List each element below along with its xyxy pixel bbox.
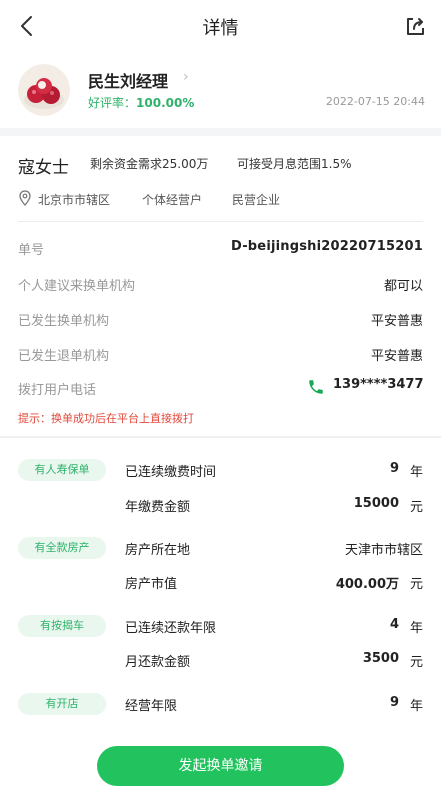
suggested-institution-value: 都可以 bbox=[383, 279, 423, 294]
section-separator bbox=[0, 436, 441, 438]
hint-text: 提示：换单成功后在平台上直接拨打 bbox=[18, 412, 194, 425]
asset-value: 9 bbox=[389, 695, 399, 710]
location-pin-icon bbox=[19, 190, 31, 206]
asset-unit: 年 bbox=[409, 465, 423, 480]
divider bbox=[18, 221, 423, 222]
manager-name: 民生刘经理 bbox=[88, 72, 169, 91]
phone-number: 139****3477 bbox=[333, 377, 424, 392]
asset-value: 3500 bbox=[362, 651, 399, 666]
badge-mortgaged-car: 有按揭车 bbox=[18, 615, 106, 637]
asset-label: 年缴费金额 bbox=[125, 500, 191, 515]
chevron-right-icon: › bbox=[183, 69, 189, 85]
send-invitation-button[interactable]: 发起换单邀请 bbox=[97, 746, 344, 786]
asset-label: 房产所在地 bbox=[125, 543, 191, 558]
fruit-avatar-icon bbox=[18, 64, 70, 116]
funding-need: 剩余资金需求25.00万 bbox=[90, 157, 209, 171]
tag-region: 北京市市辖区 bbox=[38, 193, 111, 207]
asset-value: 天津市市辖区 bbox=[344, 543, 423, 558]
order-number-label: 单号 bbox=[18, 243, 45, 258]
rating: 好评率：100.00% bbox=[88, 94, 194, 111]
asset-label: 已连续缴费时间 bbox=[125, 465, 217, 480]
section-separator bbox=[0, 128, 441, 136]
rate-range: 可接受月息范围1.5% bbox=[237, 157, 352, 171]
asset-label: 月还款金额 bbox=[125, 655, 191, 670]
badge-shop: 有开店 bbox=[18, 693, 106, 715]
call-user-button[interactable]: 139****3477 bbox=[307, 377, 424, 397]
top-bar: 详情 bbox=[0, 0, 441, 52]
tag-occupation: 个体经营户 bbox=[142, 193, 203, 207]
manager-timestamp: 2022-07-15 20:44 bbox=[325, 95, 425, 108]
asset-unit: 元 bbox=[409, 655, 423, 670]
asset-value: 400.00万 bbox=[335, 577, 399, 592]
rating-value: 100.00% bbox=[136, 96, 195, 110]
suggested-institution-label: 个人建议来换单机构 bbox=[18, 279, 136, 294]
asset-unit: 年 bbox=[409, 699, 423, 714]
refund-institution-label: 已发生退单机构 bbox=[18, 349, 110, 364]
asset-value: 9 bbox=[389, 461, 399, 476]
manager-card[interactable]: 民生刘经理 › 好评率：100.00% 2022-07-15 20:44 bbox=[0, 52, 441, 128]
phone-icon bbox=[309, 380, 323, 394]
refund-institution-value: 平安普惠 bbox=[370, 349, 423, 364]
customer-name: 寇女士 bbox=[18, 158, 69, 178]
rating-label: 好评率： bbox=[88, 96, 137, 110]
asset-unit: 元 bbox=[409, 577, 423, 592]
asset-value: 15000 bbox=[353, 496, 399, 511]
transferred-institution-label: 已发生换单机构 bbox=[18, 314, 110, 329]
asset-label: 已连续还款年限 bbox=[125, 621, 217, 636]
asset-value: 4 bbox=[389, 617, 399, 632]
badge-property: 有全款房产 bbox=[18, 537, 106, 559]
asset-unit: 年 bbox=[409, 621, 423, 636]
tag-company-type: 民营企业 bbox=[232, 193, 281, 207]
order-number-value: D-beijingshi20220715201 bbox=[230, 239, 423, 254]
badge-life-insurance: 有人寿保单 bbox=[18, 459, 106, 481]
page-title: 详情 bbox=[202, 18, 239, 39]
asset-unit: 元 bbox=[409, 500, 423, 515]
asset-label: 经营年限 bbox=[125, 699, 178, 714]
manager-avatar bbox=[18, 64, 70, 116]
call-user-label: 拨打用户电话 bbox=[18, 383, 97, 398]
share-icon[interactable] bbox=[403, 14, 427, 38]
transferred-institution-value: 平安普惠 bbox=[370, 314, 423, 329]
asset-label: 房产市值 bbox=[125, 577, 178, 592]
